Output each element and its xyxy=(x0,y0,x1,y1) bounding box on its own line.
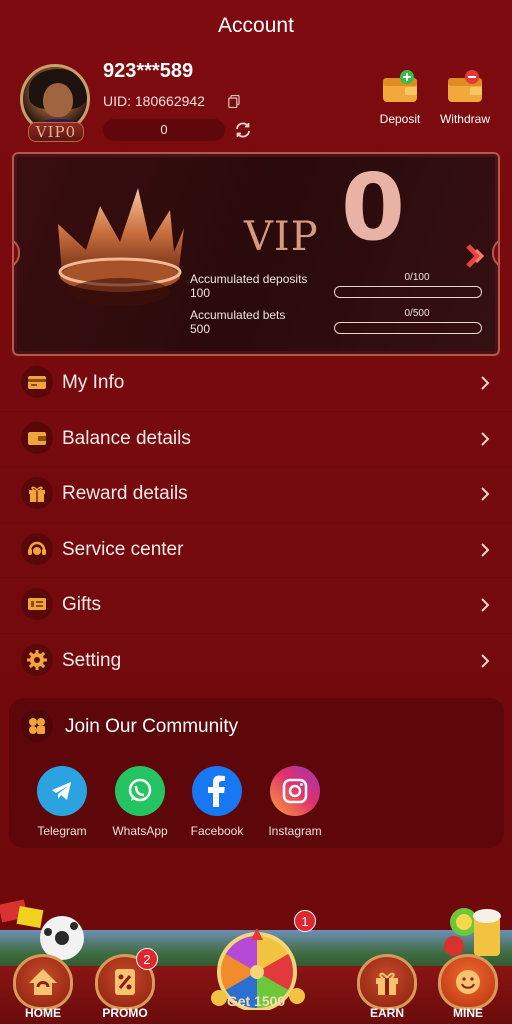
balance-display: 0 xyxy=(103,119,225,141)
menu-item-label: Service center xyxy=(62,538,184,560)
telegram-link[interactable]: Telegram xyxy=(22,766,102,838)
nav-earn-label: EARN xyxy=(369,1006,404,1020)
menu-item-label: Balance details xyxy=(62,427,191,449)
instagram-icon xyxy=(270,766,320,816)
nav-home[interactable]: HOME xyxy=(8,954,78,1020)
menu-item-label: My Info xyxy=(62,372,125,393)
gift-icon xyxy=(21,477,53,510)
deposit-label: Deposit xyxy=(379,112,421,126)
bets-ratio: 0/500 xyxy=(404,308,430,319)
card-notch-left xyxy=(14,238,20,268)
vip-title: VIP xyxy=(244,214,319,260)
menu-item-label: Setting xyxy=(62,649,122,671)
nav-home-label: HOME xyxy=(25,1006,61,1020)
menu-item-label: Gifts xyxy=(62,594,102,616)
facebook-label: Facebook xyxy=(190,824,244,838)
ticket-icon xyxy=(21,588,53,621)
whatsapp-link[interactable]: WhatsApp xyxy=(100,766,180,838)
menu-item-balance-details[interactable]: Balance details xyxy=(0,412,512,468)
mine-smile-icon xyxy=(438,954,498,1010)
instagram-label: Instagram xyxy=(268,824,322,838)
vip-level-badge: VIP0 xyxy=(28,122,84,142)
whatsapp-label: WhatsApp xyxy=(112,824,168,838)
account-page: Account VIP0 923***589 UID: 180662942 0 … xyxy=(0,0,512,1024)
gear-icon xyxy=(21,643,53,676)
chevron-right-icon xyxy=(481,654,490,668)
vip-card[interactable]: VIP 0 Accumulated deposits 100 0/100 Acc… xyxy=(12,152,500,356)
page-title: Account xyxy=(218,14,294,37)
card-icon xyxy=(21,366,53,398)
deposit-wallet-icon xyxy=(383,70,417,102)
menu-item-setting[interactable]: Setting xyxy=(0,634,512,690)
nav-mine[interactable]: MINE xyxy=(433,954,503,1020)
promo-badge: 2 xyxy=(136,948,158,970)
wheel-badge: 1 xyxy=(294,910,316,932)
vip-level-number: 0 xyxy=(341,154,406,261)
accumulated-bets: Accumulated bets 500 0/500 xyxy=(190,308,490,336)
whatsapp-icon xyxy=(115,766,165,816)
nav-promo-label: PROMO xyxy=(102,1006,148,1020)
refresh-icon[interactable] xyxy=(233,120,253,140)
copy-icon[interactable] xyxy=(228,95,240,108)
wallet-icon xyxy=(21,421,53,454)
menu-item-reward-details[interactable]: Reward details xyxy=(0,467,512,523)
facebook-icon xyxy=(192,766,242,816)
nav-promo[interactable]: PROMO 2 xyxy=(90,948,160,1020)
wheel-reward-label[interactable]: Get 1500 xyxy=(196,993,316,1009)
bottom-nav: HOME PROMO 2 1 Get 1500 EARN MINE xyxy=(0,898,512,1024)
chevron-right-icon xyxy=(481,598,490,613)
nav-earn[interactable]: EARN xyxy=(352,954,422,1020)
chevron-right-icon xyxy=(481,376,490,390)
instagram-link[interactable]: Instagram xyxy=(255,766,335,838)
menu-item-label: Reward details xyxy=(62,483,188,505)
deposits-progress-bar xyxy=(334,286,482,298)
vip-details-arrow-icon[interactable] xyxy=(464,242,488,270)
accumulated-deposits: Accumulated deposits 100 0/100 xyxy=(190,272,490,300)
user-phone: 923***589 xyxy=(103,60,194,82)
withdraw-button[interactable]: Withdraw xyxy=(433,68,497,126)
community-icon xyxy=(21,710,53,742)
facebook-link[interactable]: Facebook xyxy=(177,766,257,838)
telegram-label: Telegram xyxy=(37,824,87,838)
bets-progress-bar xyxy=(334,322,482,334)
earn-gift-icon xyxy=(357,954,417,1010)
home-icon xyxy=(13,954,73,1010)
withdraw-label: Withdraw xyxy=(439,112,490,126)
crown-icon xyxy=(58,188,184,306)
nav-mine-label: MINE xyxy=(453,1006,483,1020)
chevron-right-icon xyxy=(481,487,490,501)
deposits-ratio: 0/100 xyxy=(404,272,430,283)
chevron-right-icon xyxy=(481,431,490,446)
headset-icon xyxy=(21,532,53,565)
telegram-icon xyxy=(37,766,87,816)
menu-item-gifts[interactable]: Gifts xyxy=(0,578,512,634)
withdraw-wallet-icon xyxy=(448,70,482,102)
user-uid: UID: 180662942 xyxy=(103,93,205,109)
card-notch-right xyxy=(492,238,498,268)
menu-item-my-info[interactable]: My Info xyxy=(0,356,512,412)
account-menu: My Info Balance details Reward details S… xyxy=(0,356,512,690)
deposit-button[interactable]: Deposit xyxy=(368,68,432,126)
menu-item-service-center[interactable]: Service center xyxy=(0,523,512,579)
avatar-face xyxy=(43,83,73,117)
chevron-right-icon xyxy=(481,543,490,557)
community-title: Join Our Community xyxy=(65,716,239,737)
community-section: Join Our Community Telegram WhatsApp Fac… xyxy=(9,698,504,848)
